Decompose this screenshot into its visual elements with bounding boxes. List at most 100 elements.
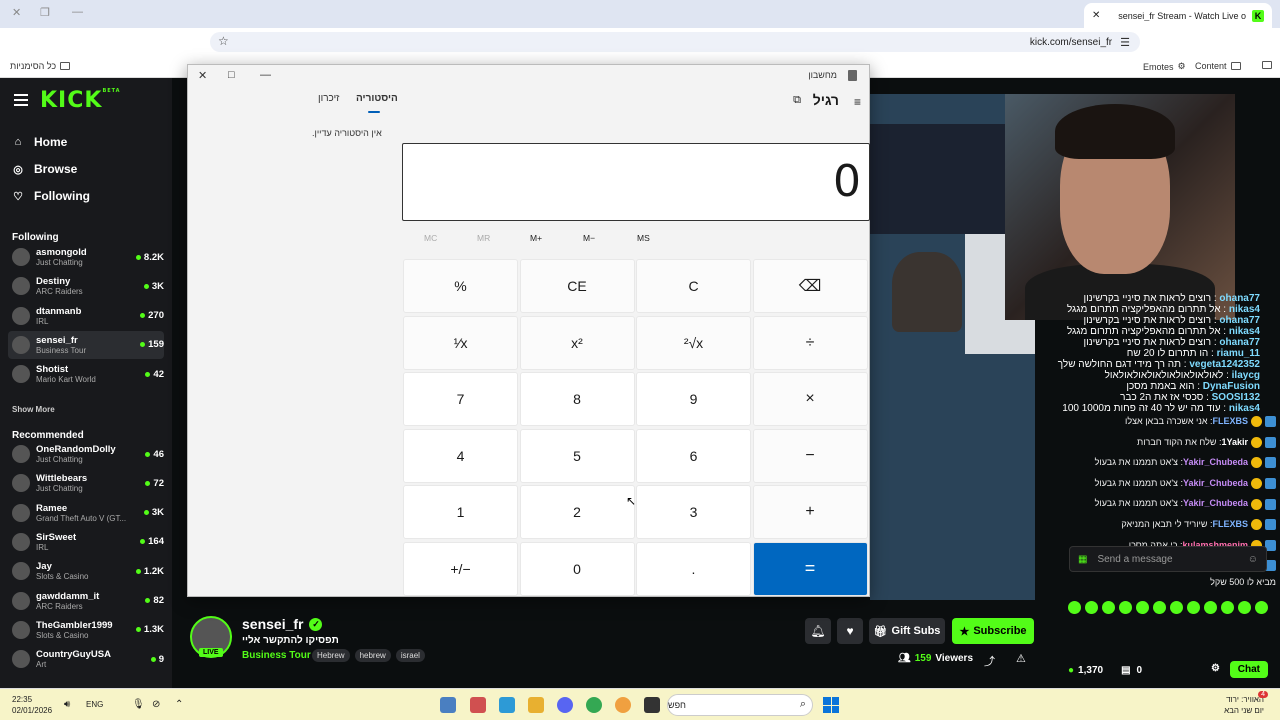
equals-button[interactable]: = xyxy=(752,541,868,596)
digit-2-button[interactable]: 2 xyxy=(519,485,635,539)
digit-7-button[interactable]: 7 xyxy=(403,372,518,426)
taskbar-search[interactable]: חפש ⌕ xyxy=(667,694,813,716)
nav-following[interactable]: ♡ Following xyxy=(12,189,90,203)
sidebar-channel[interactable]: Shotist Mario Kart World 42 xyxy=(8,360,164,388)
chat-username[interactable]: 1Yakir xyxy=(1221,437,1248,447)
keyboard-language[interactable]: ENG xyxy=(86,700,103,709)
sidebar-toggle-icon[interactable] xyxy=(1262,61,1272,69)
bookmark-star-icon[interactable]: ☆ xyxy=(218,34,229,48)
sidebar-channel[interactable]: Wittlebears Just Chatting 72 xyxy=(8,469,164,497)
chat-input[interactable]: ▦ Send a message ☺ xyxy=(1069,546,1267,572)
address-bar[interactable]: ☰ kick.com/sensei_fr ☆ xyxy=(210,32,1140,52)
app-taskbar-icon[interactable] xyxy=(499,697,515,713)
memory-add-button[interactable]: M+ xyxy=(530,233,542,243)
sidebar-channel[interactable]: asmongold Just Chatting 8.2K xyxy=(8,243,164,271)
emote-icon[interactable] xyxy=(1102,601,1115,614)
channel-points[interactable]: 1,370 xyxy=(1078,665,1103,676)
chat-username[interactable]: Yakir_Chubeda xyxy=(1183,478,1248,488)
stream-category[interactable]: Business Tour xyxy=(242,650,311,661)
chat-username[interactable]: FLEXBS xyxy=(1212,519,1248,529)
network-icon[interactable]: ⊘ xyxy=(152,699,160,710)
memory-clear-button[interactable]: MC xyxy=(424,233,437,243)
close-icon[interactable]: ✕ xyxy=(198,69,207,82)
maximize-icon[interactable]: □ xyxy=(228,69,235,81)
emote-icon[interactable] xyxy=(1187,601,1200,614)
site-info-icon[interactable]: ☰ xyxy=(1120,36,1130,49)
divide-button[interactable]: ÷ xyxy=(752,315,868,370)
square-button[interactable]: x² xyxy=(519,315,635,370)
emote-icon[interactable] xyxy=(1238,601,1251,614)
mic-icon[interactable]: 🎙︎ xyxy=(132,699,145,710)
emoji-icon[interactable]: ☺ xyxy=(1248,554,1258,565)
discord-icon[interactable] xyxy=(557,697,573,713)
digit-6-button[interactable]: 6 xyxy=(636,428,751,483)
emote-icon[interactable] xyxy=(1119,601,1132,614)
emote-icon[interactable] xyxy=(1136,601,1149,614)
memory-recall-button[interactable]: MR xyxy=(477,233,490,243)
sidebar-channel[interactable]: Ramee Grand Theft Auto V (GT... 3K xyxy=(8,499,164,527)
emote-icon[interactable] xyxy=(1221,601,1234,614)
file-explorer-icon[interactable] xyxy=(528,697,544,713)
tag[interactable]: israel xyxy=(395,649,425,662)
sidebar-channel[interactable]: sensei_fr Business Tour 159 xyxy=(8,330,164,359)
clear-entry-button[interactable]: CE xyxy=(519,259,635,313)
sidebar-channel[interactable]: dtanmanb IRL 270 xyxy=(8,302,164,330)
backspace-button[interactable]: ⌫ xyxy=(752,259,868,313)
sidebar-channel[interactable]: Jay Slots & Casino 1.2K xyxy=(8,557,164,585)
report-icon[interactable]: ⚠ xyxy=(1016,652,1026,665)
sidebar-channel[interactable]: Destiny ARC Raiders 3K xyxy=(8,272,164,300)
all-bookmarks-button[interactable]: כל הסימניות xyxy=(10,61,71,71)
gift-subs-button[interactable]: 🎁︎ Gift Subs xyxy=(869,618,945,644)
tag[interactable]: hebrew xyxy=(354,649,391,662)
digit-1-button[interactable]: 1 xyxy=(403,485,518,539)
close-tab-icon[interactable]: ✕ xyxy=(1092,10,1100,21)
clock[interactable]: 22:35 02/01/2026 xyxy=(12,694,52,716)
add-button[interactable]: + xyxy=(752,485,868,539)
decimal-button[interactable]: . xyxy=(636,541,751,596)
hamburger-menu-icon[interactable]: ≡ xyxy=(854,95,861,109)
digit-9-button[interactable]: 9 xyxy=(636,372,751,426)
multiply-button[interactable]: × xyxy=(752,372,868,426)
minimize-window-icon[interactable]: — xyxy=(72,6,83,18)
sidebar-channel[interactable]: CountryGuyUSA Art 9 xyxy=(8,645,164,673)
maximize-window-icon[interactable]: ❐ xyxy=(40,6,50,19)
chat-username[interactable]: FLEXBS xyxy=(1212,416,1248,426)
memory-store-button[interactable]: MS xyxy=(637,233,650,243)
sidebar-channel[interactable]: OneRandomDolly Just Chatting 46 xyxy=(8,440,164,468)
subscribe-button[interactable]: ★ Subscribe xyxy=(952,618,1034,644)
chrome-icon[interactable] xyxy=(586,697,602,713)
chat-username[interactable]: Yakir_Chubeda xyxy=(1183,498,1248,508)
keep-on-top-icon[interactable]: ⧉ xyxy=(793,94,801,107)
notification-bell-button[interactable]: 🔔︎ xyxy=(805,618,831,644)
emote-icon[interactable] xyxy=(1153,601,1166,614)
app-taskbar-icon[interactable] xyxy=(470,697,486,713)
kick-logo[interactable]: KICKBETA xyxy=(40,88,121,113)
reciprocal-button[interactable]: ¹⁄x xyxy=(403,315,518,370)
nav-browse[interactable]: ◎ Browse xyxy=(12,162,77,176)
chat-username[interactable]: Yakir_Chubeda xyxy=(1183,457,1248,467)
emote-icon[interactable] xyxy=(1068,601,1081,614)
minimize-icon[interactable]: — xyxy=(260,69,271,81)
nav-home[interactable]: ⌂ Home xyxy=(12,135,68,149)
sidebar-channel[interactable]: TheGambler1999 Slots & Casino 1.3K xyxy=(8,616,164,644)
digit-3-button[interactable]: 3 xyxy=(636,485,751,539)
square-root-button[interactable]: ²√x xyxy=(636,315,751,370)
chat-button[interactable]: Chat xyxy=(1229,661,1268,678)
show-more-link[interactable]: Show More xyxy=(12,405,55,414)
follow-heart-button[interactable]: ♥ xyxy=(837,618,863,644)
sidebar-channel[interactable]: gawddamm_it ARC Raiders 82 xyxy=(8,587,164,615)
emote-icon[interactable] xyxy=(1170,601,1183,614)
streamer-name[interactable]: sensei_fr xyxy=(242,616,303,632)
share-icon[interactable]: ⤴ xyxy=(984,653,995,669)
digit-4-button[interactable]: 4 xyxy=(403,428,518,483)
tag[interactable]: Hebrew xyxy=(312,649,350,662)
percent-button[interactable]: % xyxy=(403,259,518,313)
app-taskbar-icon[interactable] xyxy=(644,697,660,713)
bookmark-emotes[interactable]: Emotes ⚙ xyxy=(1143,61,1186,72)
sidebar-channel[interactable]: SirSweet IRL 164 xyxy=(8,528,164,556)
windows-start-icon[interactable] xyxy=(823,697,839,713)
weather-widget[interactable]: האוויר: ירוד יום שני הבא xyxy=(1224,694,1264,716)
negate-button[interactable]: +/− xyxy=(403,541,518,596)
close-window-icon[interactable]: ✕ xyxy=(12,6,21,19)
hamburger-menu-icon[interactable] xyxy=(14,94,28,106)
